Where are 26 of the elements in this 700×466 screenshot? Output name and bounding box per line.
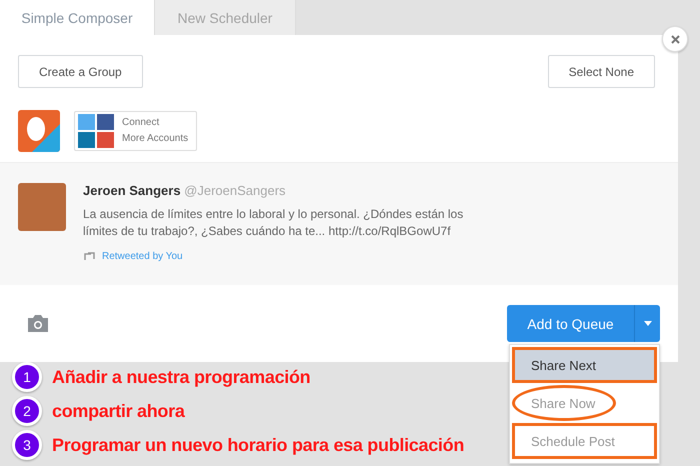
close-icon bbox=[670, 34, 680, 44]
number-marker: 3 bbox=[12, 430, 42, 460]
connect-accounts-button[interactable]: Connect More Accounts bbox=[74, 111, 198, 151]
social-networks-icon bbox=[78, 114, 114, 148]
annotation-text: Programar un nuevo horario para esa publicación bbox=[52, 434, 464, 456]
account-avatar[interactable] bbox=[18, 110, 60, 152]
tab[interactable]: New Scheduler bbox=[155, 0, 296, 35]
annotation-text: Añadir a nuestra programación bbox=[52, 366, 310, 388]
add-to-queue-button[interactable]: Add to Queue bbox=[507, 305, 634, 342]
camera-icon[interactable] bbox=[26, 314, 50, 333]
photo-placeholder bbox=[18, 183, 66, 231]
tweet-author: Jeroen Sangers @JeroenSangers bbox=[83, 183, 287, 198]
close-button[interactable] bbox=[662, 26, 688, 52]
dropdown-toggle[interactable] bbox=[634, 305, 660, 342]
number-marker: 2 bbox=[12, 396, 42, 426]
menu-item[interactable]: Share Next bbox=[512, 347, 657, 383]
menu-item[interactable]: Share Now bbox=[512, 385, 616, 421]
annotation-text: compartir ahora bbox=[52, 400, 185, 422]
create-group-button[interactable]: Create a Group bbox=[18, 55, 143, 88]
menu-item[interactable]: Schedule Post bbox=[512, 423, 657, 459]
retweeted-link[interactable]: Retweeted by You bbox=[102, 251, 183, 262]
tweet-text: La ausencia de límites entre lo laboral y lo personal. ¿Dóndes están los límites de tu trabajo?, ¿Sabes cuándo ha te... http://t.co/RqlBGowU7f bbox=[83, 206, 464, 240]
tab[interactable]: Simple Composer bbox=[0, 0, 155, 35]
select-none-button[interactable]: Select None bbox=[548, 55, 655, 88]
number-marker: 1 bbox=[12, 362, 42, 392]
caret-icon bbox=[644, 321, 652, 326]
